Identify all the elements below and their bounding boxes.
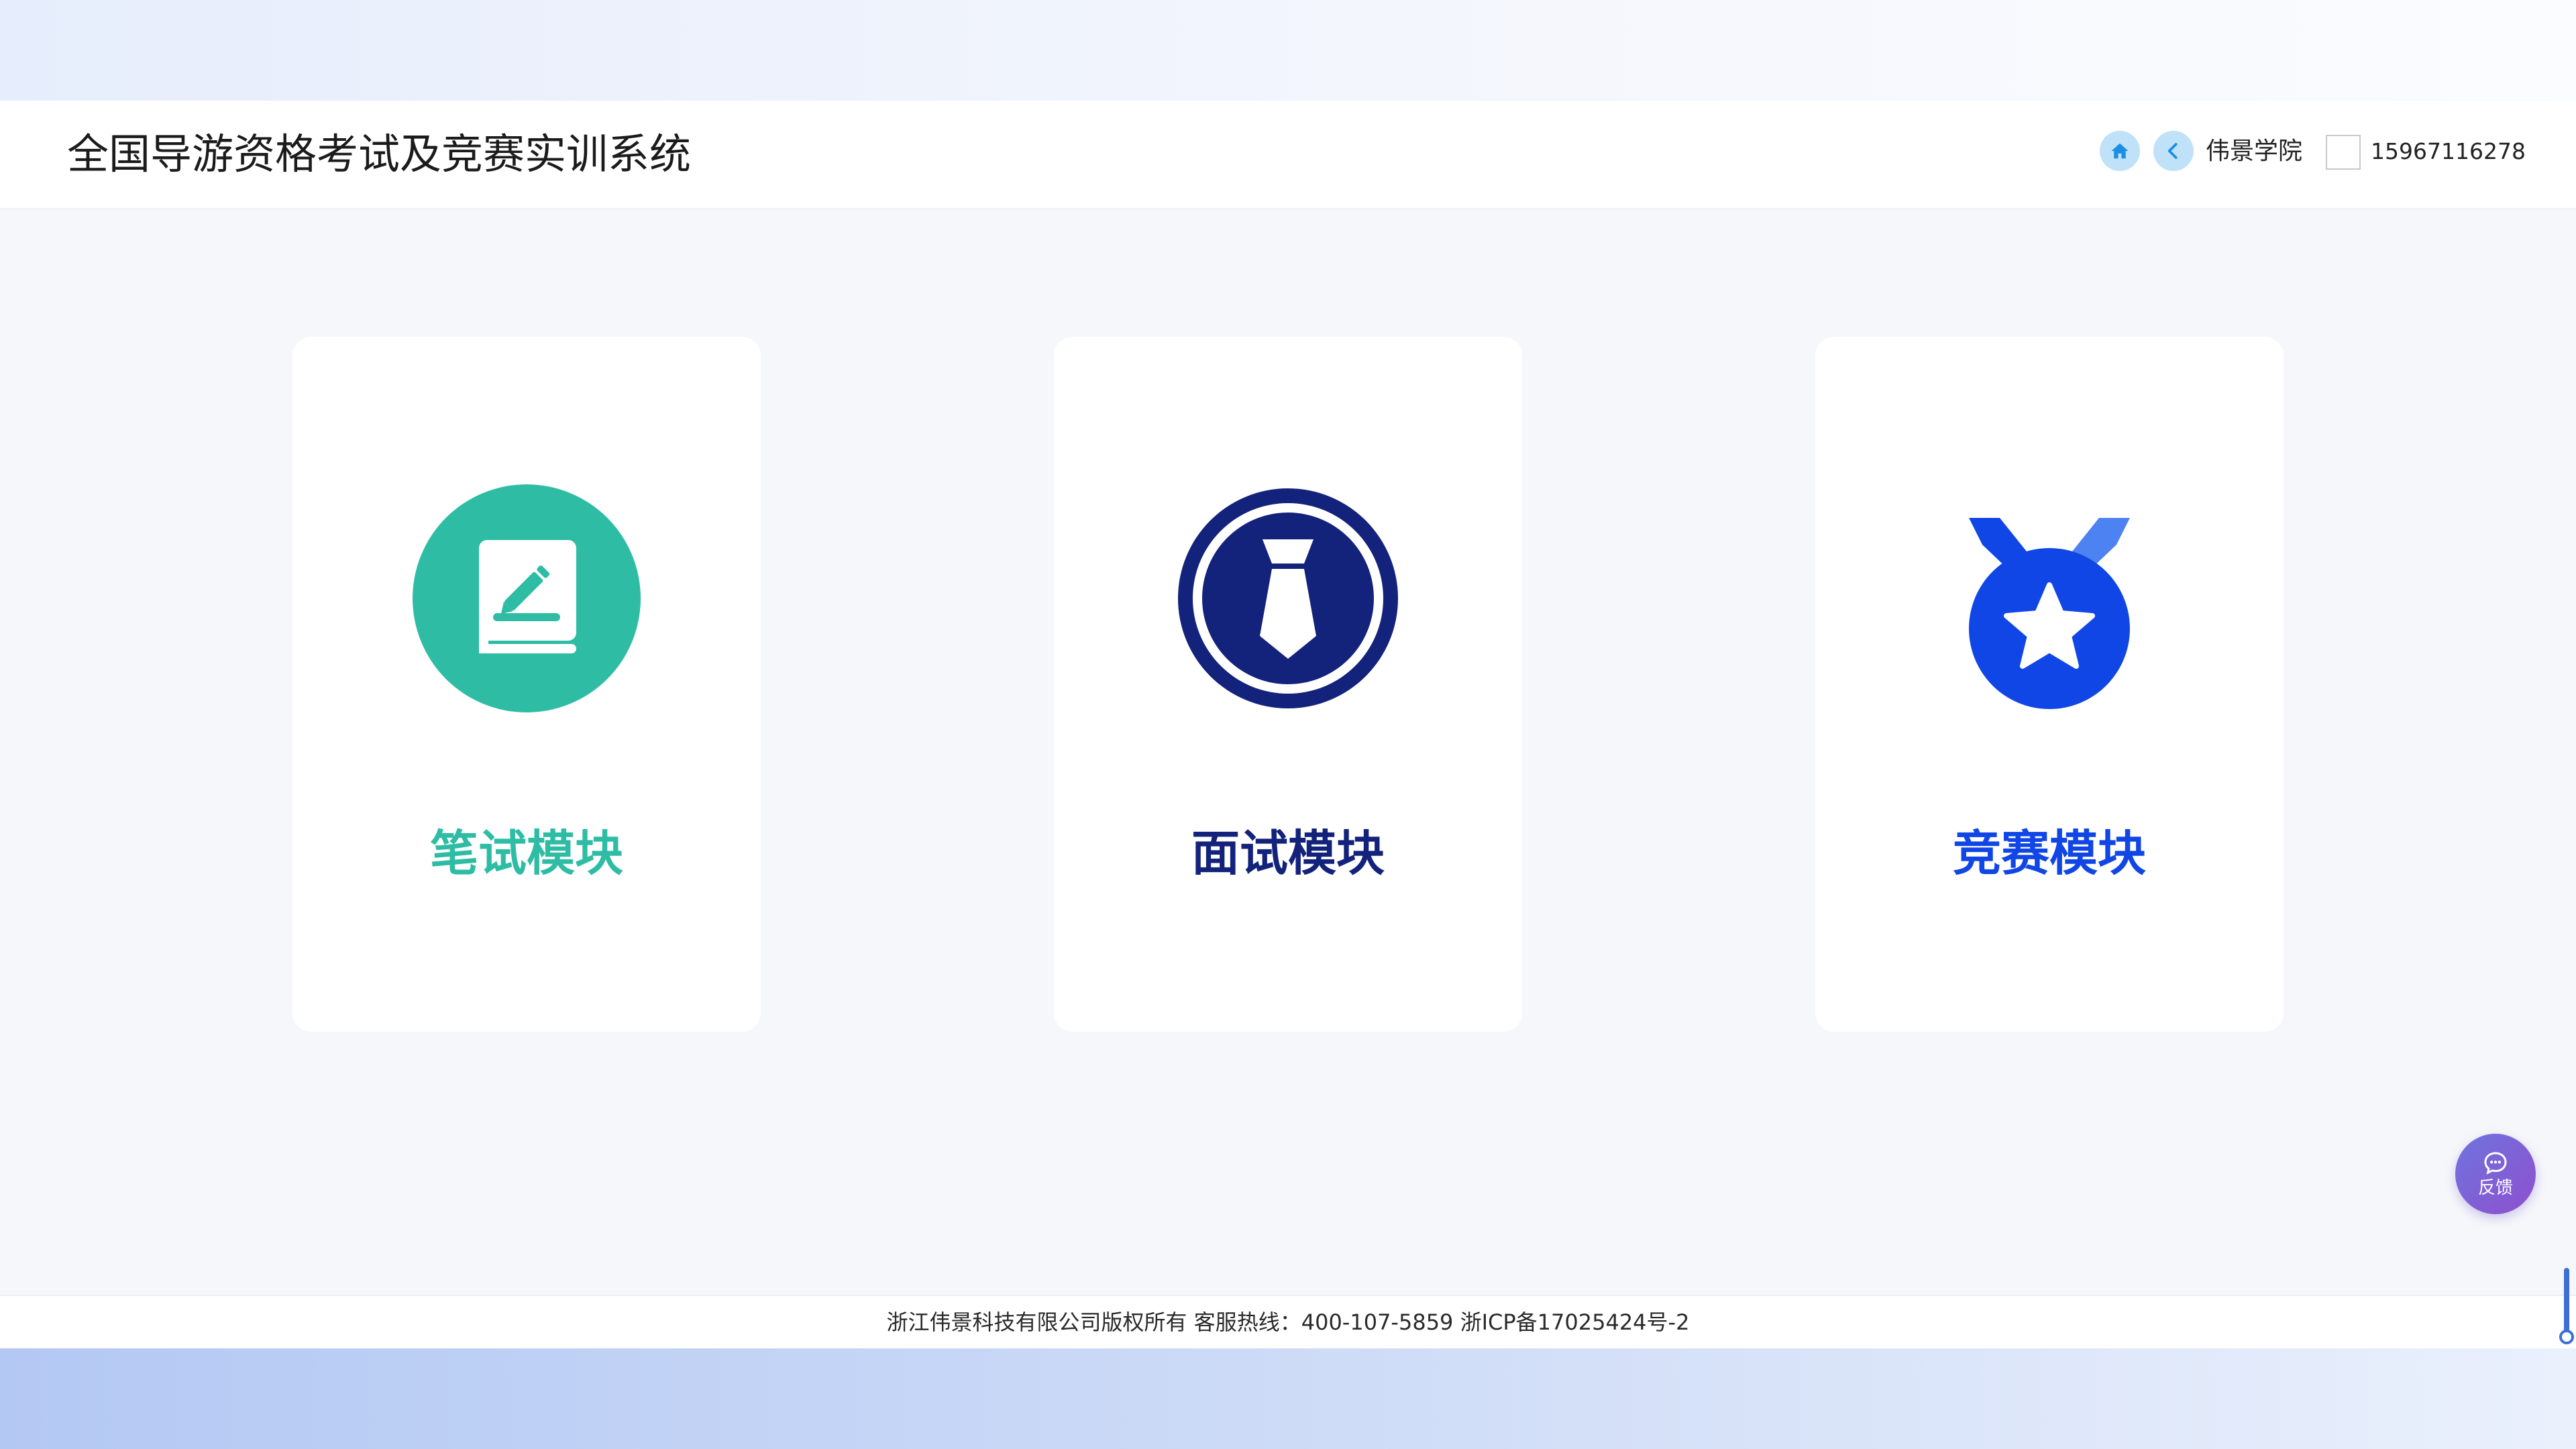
medal-star-icon [1969, 518, 2130, 709]
module-label-interview: 面试模块 [1191, 825, 1385, 881]
book-edit-icon [413, 484, 641, 712]
back-button[interactable] [2153, 131, 2194, 171]
user-phone[interactable]: 15967116278 [2371, 133, 2526, 170]
organization-name: 伟景学院 [2206, 138, 2303, 165]
app-title: 全国导游资格考试及竞赛实训系统 [67, 129, 692, 178]
footer-copyright: 浙江伟景科技有限公司版权所有 客服热线：400-107-5859 浙ICP备17… [0, 1295, 2576, 1348]
bottom-background-band [0, 1348, 2576, 1449]
feedback-button[interactable]: 反馈 [2455, 1134, 2536, 1214]
module-card-interview[interactable]: 面试模块 [1054, 337, 1522, 1032]
home-button[interactable] [2100, 131, 2140, 171]
scroll-knob[interactable] [2559, 1330, 2574, 1344]
chevron-left-icon [2167, 143, 2178, 159]
home-icon [2111, 143, 2129, 159]
module-card-competition[interactable]: 竞赛模块 [1815, 337, 2284, 1032]
module-label-competition: 竞赛模块 [1952, 825, 2146, 881]
module-card-written[interactable]: 笔试模块 [292, 337, 761, 1032]
tie-icon [1178, 488, 1398, 708]
feedback-label: 反馈 [2477, 1178, 2513, 1198]
module-label-written: 笔试模块 [429, 825, 623, 881]
top-background-band [0, 0, 2576, 101]
chat-bubble-icon [2484, 1152, 2507, 1175]
avatar[interactable] [2326, 135, 2361, 170]
